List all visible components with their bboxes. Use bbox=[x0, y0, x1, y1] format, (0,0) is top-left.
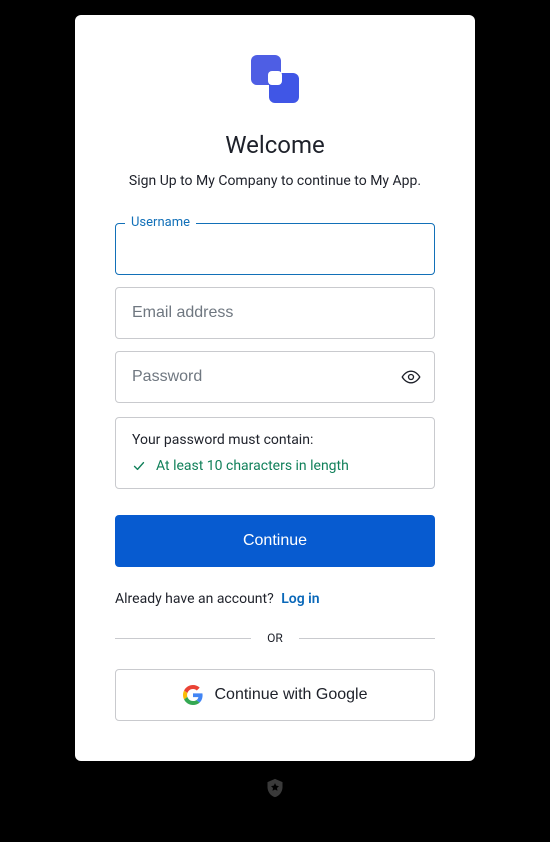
continue-button[interactable]: Continue bbox=[115, 515, 435, 567]
username-input[interactable] bbox=[115, 223, 435, 275]
signup-card: Welcome Sign Up to My Company to continu… bbox=[75, 15, 475, 761]
login-prompt: Already have an account? Log in bbox=[115, 591, 435, 607]
divider-line bbox=[299, 638, 435, 639]
password-rules-title: Your password must contain: bbox=[132, 432, 418, 448]
show-password-icon[interactable] bbox=[401, 367, 421, 387]
page-subtitle: Sign Up to My Company to continue to My … bbox=[115, 173, 435, 189]
check-icon bbox=[132, 460, 146, 472]
password-rule-item: At least 10 characters in length bbox=[132, 458, 418, 474]
divider-line bbox=[115, 638, 251, 639]
continue-with-google-button[interactable]: Continue with Google bbox=[115, 669, 435, 721]
password-input[interactable] bbox=[115, 351, 435, 403]
divider: OR bbox=[115, 631, 435, 645]
password-rule-text: At least 10 characters in length bbox=[156, 458, 349, 474]
login-prompt-text: Already have an account? bbox=[115, 591, 274, 607]
logo-wrap bbox=[115, 55, 435, 103]
username-field[interactable]: Username bbox=[115, 223, 435, 275]
divider-label: OR bbox=[267, 631, 283, 645]
password-rules-box: Your password must contain: At least 10 … bbox=[115, 417, 435, 489]
app-logo-icon bbox=[251, 55, 299, 103]
page-title: Welcome bbox=[115, 131, 435, 159]
google-icon bbox=[183, 685, 203, 705]
google-button-label: Continue with Google bbox=[215, 686, 368, 704]
username-label: Username bbox=[125, 215, 196, 230]
email-input[interactable] bbox=[115, 287, 435, 339]
login-link[interactable]: Log in bbox=[281, 591, 319, 607]
auth0-badge-icon bbox=[264, 777, 286, 799]
email-field[interactable] bbox=[115, 287, 435, 339]
password-field[interactable] bbox=[115, 351, 435, 403]
